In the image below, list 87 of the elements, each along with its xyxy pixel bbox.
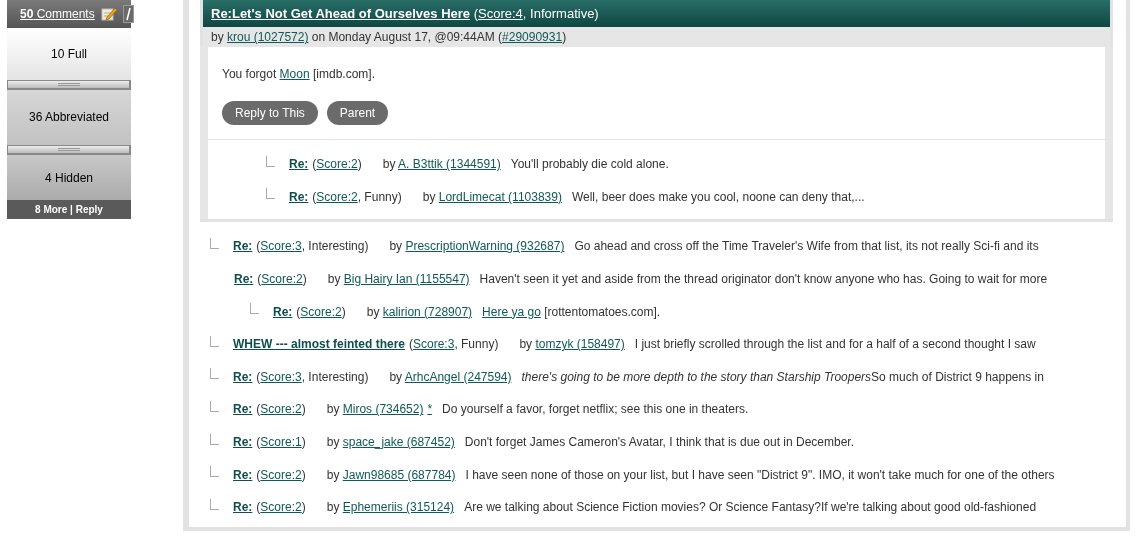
author-link[interactable]: * <box>427 402 433 417</box>
byline: by tomzyk (158497) <box>519 336 625 354</box>
byline: by LordLimecat (1103839) <box>422 188 562 206</box>
score-link[interactable]: Score:2 <box>260 467 302 482</box>
score-label: (Score:2) <box>256 466 306 484</box>
comment-excerpt: Go ahead and cross off the Time Traveler's Wife from that list, its not really Sci-fi and its <box>574 238 1039 256</box>
score-label: (Score:3, Interesting) <box>256 368 369 386</box>
score-link[interactable]: Score:3 <box>260 369 302 384</box>
author-link[interactable]: PrescriptionWarning (932687) <box>405 239 565 254</box>
score-link[interactable]: Score:2 <box>300 304 342 319</box>
byline: by Big Hairy Ian (1155547) <box>327 271 470 289</box>
resize-handle[interactable] <box>7 145 131 155</box>
score-label: (Score:3, Interesting) <box>256 238 369 256</box>
comments-link[interactable]: 50 Comments <box>20 5 95 23</box>
body-link[interactable]: Here ya go <box>482 304 541 319</box>
byline: by kalirion (728907) <box>366 303 473 321</box>
score-link[interactable]: Score:2 <box>316 157 358 172</box>
body-link[interactable]: Moon <box>279 67 310 81</box>
comment-title-link[interactable]: Re: <box>289 187 309 206</box>
resize-handle[interactable] <box>7 80 131 90</box>
author-link[interactable]: tomzyk (158497) <box>535 337 625 352</box>
score-link[interactable]: Score:2 <box>316 189 358 204</box>
comment-title-link[interactable]: Re: <box>233 433 253 452</box>
score-link[interactable]: Score:1 <box>260 435 302 450</box>
score-link[interactable]: Score:4 <box>478 5 523 21</box>
comment-title-link[interactable]: WHEW --- almost feinted there <box>233 335 405 354</box>
score-label: (Score:3, Funny) <box>409 336 499 354</box>
author-link[interactable]: ArhcAngel (247594) <box>404 369 512 384</box>
score-link[interactable]: Score:2 <box>260 500 302 515</box>
author-link[interactable]: Jawn98685 (687784) <box>342 467 456 482</box>
footer-link[interactable]: 8 More <box>35 202 68 217</box>
byline-link[interactable]: krou (1027572) <box>227 28 309 46</box>
comment-excerpt: Haven't seen it yet and aside from the thread originator don't know anyone who has. Going to wait for more <box>479 271 1048 289</box>
comment-button[interactable]: Reply to This <box>222 101 318 125</box>
comment-body: You forgot Moon [imdb.com]. <box>221 66 376 83</box>
comment-excerpt: Do yourself a favor, forget netflix; see this one in theaters. <box>442 401 749 419</box>
score-link[interactable]: Score:3 <box>260 239 302 254</box>
comment-title-link[interactable]: Re: <box>234 270 254 289</box>
byline: by PrescriptionWarning (932687) <box>389 238 565 256</box>
comment-title-link[interactable]: Re: <box>233 400 253 419</box>
comment-excerpt: You'll probably die cold alone. <box>510 156 669 174</box>
score-label: (Score:2) <box>256 499 306 517</box>
comment-title-link[interactable]: Re: <box>233 465 253 484</box>
byline-link[interactable]: #29090931 <box>502 28 563 46</box>
comment-title-link[interactable]: Re: <box>233 498 253 517</box>
threshold-section: 36 Abbreviated <box>7 90 131 145</box>
comment-title-link[interactable]: Re: <box>289 155 309 174</box>
byline: by Miros (734652) * <box>326 401 433 419</box>
byline: by ArhcAngel (247594) <box>389 368 512 386</box>
author-link[interactable]: Ephemeriis (315124) <box>342 500 455 515</box>
author-link[interactable]: A. B3ttik (1344591) <box>398 157 501 172</box>
score-link[interactable]: Score:2 <box>260 402 302 417</box>
comment-title-link[interactable]: Re: <box>273 302 293 321</box>
comment-title-link[interactable]: Re: <box>233 237 253 256</box>
comment-excerpt: I have seen none of those on your list, but I have seen "District 9". IMO, it won't take much for one of the others <box>465 466 1055 484</box>
score-label: (Score:1) <box>256 434 306 452</box>
byline: by space_jake (687452) <box>326 434 455 452</box>
author-link[interactable]: LordLimecat (1103839) <box>438 189 562 204</box>
comment-excerpt: there's going to be more depth to the story than Starship TroopersSo much of District 9 happens in <box>521 368 1044 386</box>
comment-excerpt: Don't forget James Cameron's Avatar, I think that is due out in December. <box>464 434 855 452</box>
footer-link[interactable]: Reply <box>75 202 103 217</box>
threshold-section: 4 Hidden <box>7 155 131 200</box>
author-link[interactable]: Big Hairy Ian (1155547) <box>343 272 470 287</box>
byline: by Jawn98685 (687784) <box>326 466 456 484</box>
byline: by Ephemeriis (315124) <box>326 499 455 517</box>
separator: | <box>69 203 74 217</box>
comment-excerpt: Are we talking about Science Fiction movies? Or Science Fantasy?If we're talking about good old-fashioned <box>464 499 1037 517</box>
author-link[interactable]: Miros (734652) <box>342 402 424 417</box>
score-label: (Score:2) <box>312 156 362 174</box>
comment-excerpt: Here ya go [rottentomatoes.com]. <box>482 303 661 321</box>
score-label: (Score:4, Informative) <box>472 4 599 23</box>
author-link[interactable]: space_jake (687452) <box>342 435 455 450</box>
comment-excerpt: Well, beer does make you cool, noone can deny that,... <box>571 188 865 206</box>
comment-title-link[interactable]: Re:Let's Not Get Ahead of Ourselves Here <box>211 3 471 24</box>
slash-icon[interactable] <box>122 5 134 23</box>
score-link[interactable]: Score:2 <box>261 272 303 287</box>
score-label: (Score:2) <box>256 401 306 419</box>
score-label: (Score:2, Funny) <box>312 188 402 206</box>
comment-byline: by krou (1027572) on Monday August 17, @09:44AM (#29090931) <box>203 27 1110 47</box>
comment-title-link[interactable]: Re: <box>233 367 253 386</box>
pencil-note-icon[interactable] <box>100 7 117 21</box>
comment-excerpt: I just briefly scrolled through the list and for a half of a second thought I saw <box>634 336 1036 354</box>
score-label: (Score:2) <box>296 303 346 321</box>
byline: by A. B3ttik (1344591) <box>382 156 501 174</box>
score-label: (Score:2) <box>257 271 307 289</box>
author-link[interactable]: kalirion (728907) <box>382 304 473 319</box>
comment-button[interactable]: Parent <box>326 101 389 125</box>
